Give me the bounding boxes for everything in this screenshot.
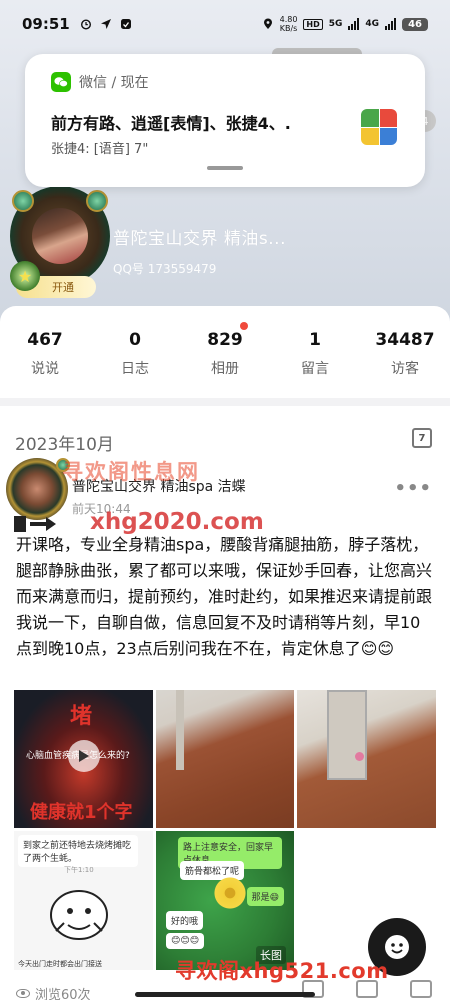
network-5g-label: 5G <box>328 19 343 29</box>
views-row: 浏览60次 <box>16 984 91 1000</box>
status-right: 4.80 KB/s HD 5G 4G 46 <box>262 15 428 33</box>
profile-name: 普陀宝山交界 精油s... <box>113 229 286 249</box>
post-image-chat-green[interactable]: 路上注意安全，回家早点休息 筋骨都松了呢 那是😄 好的哦 😊😊😊 长图 <box>156 831 294 970</box>
post-image-chat[interactable]: 到家之前还特地去烧烤摊吃了两个生蚝。 下午1:10 今天出门走时都会出门接送 <box>14 831 153 970</box>
flower-decoration <box>212 875 248 911</box>
meme-face-icon <box>50 890 108 940</box>
frame-gem-icon <box>86 190 108 212</box>
profile-qq-number: QQ号 173559479 <box>113 262 217 276</box>
door-frame <box>176 690 184 770</box>
network-speed: 4.80 KB/s <box>279 15 298 33</box>
wechat-icon <box>51 72 71 92</box>
feed-card: 2023年10月 7 普陀宝山交界 精油spa 洁蝶 前天10:44 ••• 寻… <box>0 406 450 1000</box>
hd-badge: HD <box>303 18 323 30</box>
stat-value: 1 <box>309 330 321 350</box>
notification-drag-handle[interactable] <box>207 166 243 170</box>
avatar-photo <box>32 208 88 264</box>
image-text: 健康就1个字 <box>30 802 133 823</box>
eye-icon <box>16 989 30 998</box>
stat-label: 相册 <box>211 361 239 377</box>
views-count: 浏览60次 <box>35 988 91 1000</box>
status-time: 09:51 <box>22 15 70 33</box>
image-text: 堵 <box>70 704 93 729</box>
chat-bubble: 😊😊😊 <box>166 933 205 949</box>
stats-card: 467 说说 0 日志 829 相册 1 留言 34487 访客 <box>0 306 450 398</box>
stat-label: 留言 <box>301 361 329 377</box>
stat-value: 0 <box>129 330 141 350</box>
home-indicator[interactable] <box>135 992 315 997</box>
stat-value: 34487 <box>375 330 435 350</box>
stat-shuoshuo[interactable]: 467 说说 <box>0 306 90 398</box>
app-notification-icon <box>120 19 131 29</box>
signal-bars-icon <box>348 18 360 30</box>
mirror-frame <box>327 690 367 780</box>
signal-bars-2-icon <box>385 18 397 30</box>
stat-blog[interactable]: 0 日志 <box>90 306 180 398</box>
status-bar: 09:51 4.80 KB/s HD 5G 4G 46 <box>0 0 450 48</box>
stat-label: 日志 <box>121 361 149 377</box>
network-4g-label: 4G <box>365 19 380 29</box>
notification-body: 张捷4: [语音] 7" <box>51 142 149 157</box>
battery-indicator: 46 <box>402 17 428 31</box>
frame-gem-icon <box>12 190 34 212</box>
stat-visitors[interactable]: 34487 访客 <box>360 306 450 398</box>
notification-title: 前方有路、逍遥[表情]、张捷4、. <box>51 114 291 133</box>
share-icon[interactable] <box>410 980 432 998</box>
watermark-text: 寻欢阁性息网 <box>62 460 200 484</box>
wechat-notification[interactable]: 微信 / 现在 前方有路、逍遥[表情]、张捷4、. 张捷4: [语音] 7" <box>25 54 425 187</box>
chat-bottom-text: 今天出门走时都会出门接送 <box>18 960 102 968</box>
post-text: 开课咯，专业全身精油spa，腰酸背痛腿抽筋，脖子落枕，腿部静脉曲张，累了都可以来… <box>16 535 433 658</box>
post-author-avatar[interactable] <box>6 458 70 520</box>
calendar-icon[interactable]: 7 <box>412 428 432 448</box>
chat-bubble: 好的哦 <box>166 911 204 930</box>
alarm-icon <box>80 19 91 30</box>
arrow-right-icon <box>14 516 56 532</box>
play-icon[interactable] <box>68 740 100 772</box>
bottom-watermark: 寻欢阁xhg521.com <box>175 959 389 983</box>
notification-app-row: 微信 / 现在 <box>51 72 149 92</box>
new-indicator-dot <box>240 322 248 330</box>
stat-label: 访客 <box>391 361 419 377</box>
stat-label: 说说 <box>31 361 59 377</box>
chat-bubble: 那是😄 <box>246 887 284 906</box>
pink-ball <box>355 752 364 761</box>
more-options-icon[interactable]: ••• <box>394 478 432 499</box>
location-pin-icon <box>263 18 272 29</box>
chat-bubble: 到家之前还特地去烧烤摊吃了两个生蚝。 <box>18 835 138 867</box>
stat-messages[interactable]: 1 留言 <box>270 306 360 398</box>
location-arrow-icon <box>100 19 111 29</box>
stat-value: 467 <box>27 330 63 350</box>
notification-app-name: 微信 / 现在 <box>79 75 149 91</box>
group-avatar-thumbnail <box>361 109 397 145</box>
post-image-mirror[interactable] <box>297 690 436 828</box>
feed-date: 2023年10月 <box>15 435 114 455</box>
post-image-video[interactable]: 堵 心脑血管疾病是怎么来的? 健康就1个字 <box>14 690 153 828</box>
stat-value: 829 <box>207 330 243 350</box>
post-image-floor[interactable] <box>156 690 294 828</box>
status-left-icons <box>80 18 132 30</box>
vip-star-icon: ★ <box>10 261 40 291</box>
chat-time: 下午1:10 <box>64 866 94 874</box>
stat-album[interactable]: 829 相册 <box>180 306 270 398</box>
